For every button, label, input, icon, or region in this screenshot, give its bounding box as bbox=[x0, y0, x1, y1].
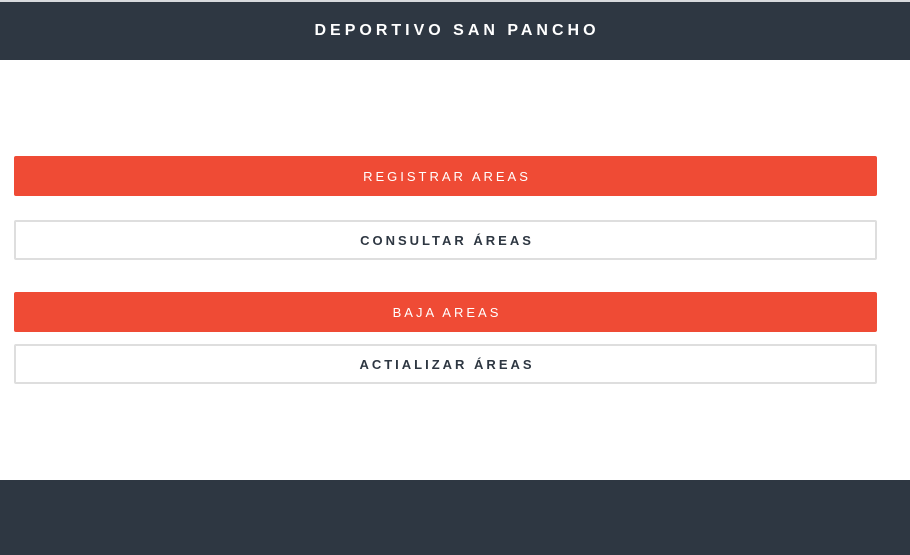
consult-areas-button[interactable]: CONSULTAR ÁREAS bbox=[14, 220, 877, 260]
site-title: DEPORTIVO SAN PANCHO bbox=[314, 22, 600, 39]
delete-areas-label: BAJA AREAS bbox=[392, 304, 502, 320]
update-areas-label: ACTIALIZAR ÁREAS bbox=[359, 356, 535, 372]
register-areas-label: REGISTRAR AREAS bbox=[363, 168, 531, 184]
site-footer bbox=[0, 480, 910, 555]
site-header: DEPORTIVO SAN PANCHO bbox=[0, 2, 910, 60]
delete-areas-button[interactable]: BAJA AREAS bbox=[14, 292, 877, 332]
register-areas-button[interactable]: REGISTRAR AREAS bbox=[14, 156, 877, 196]
update-areas-button[interactable]: ACTIALIZAR ÁREAS bbox=[14, 344, 877, 384]
consult-areas-label: CONSULTAR ÁREAS bbox=[360, 232, 534, 248]
